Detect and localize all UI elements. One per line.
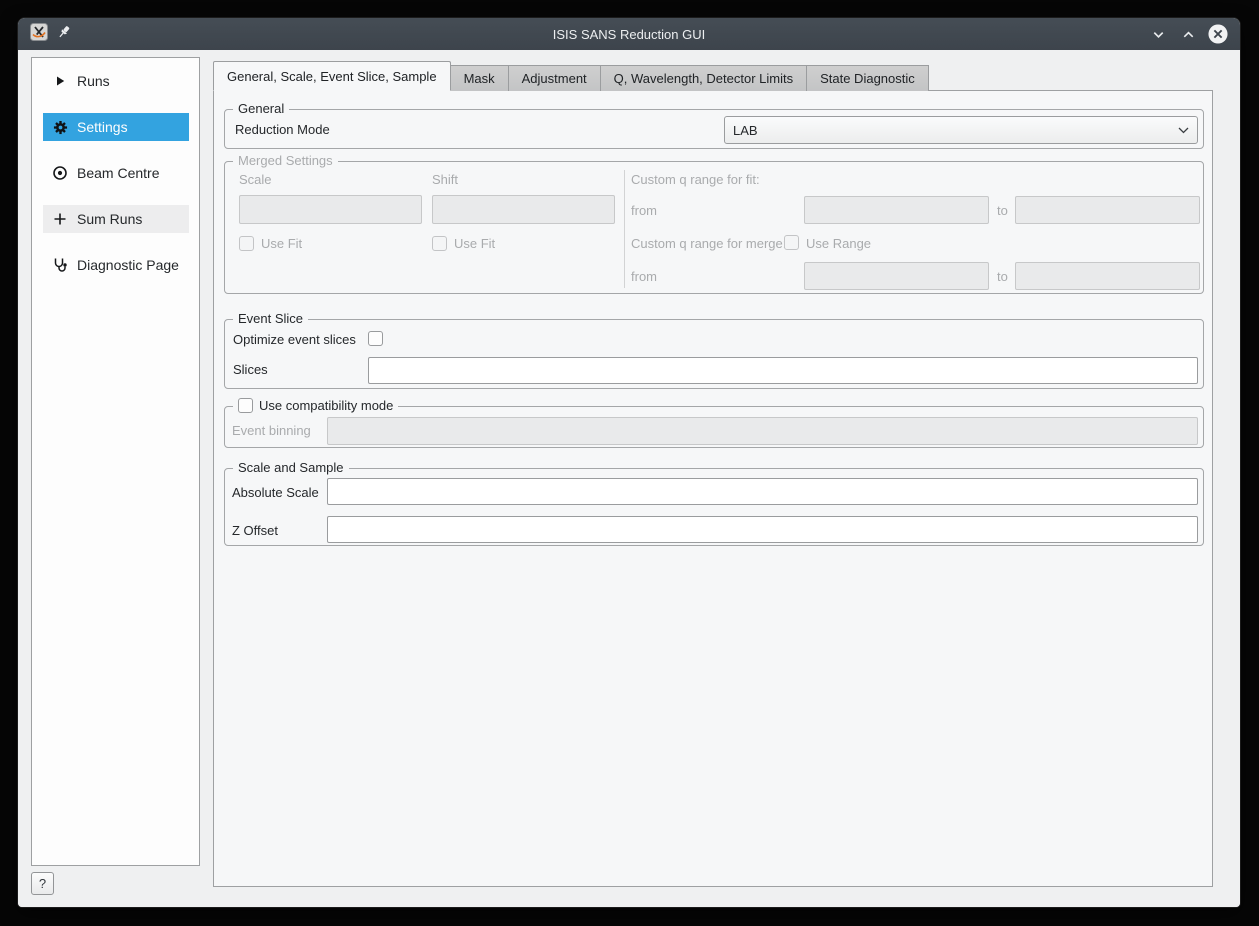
slices-input[interactable]	[368, 357, 1198, 384]
plus-icon	[51, 212, 69, 226]
custom-q-fit-label: Custom q range for fit:	[631, 172, 760, 187]
app-window: ISIS SANS Reduction GUI	[18, 18, 1240, 907]
optimize-event-slices-label: Optimize event slices	[233, 332, 356, 347]
use-compatibility-mode-label: Use compatibility mode	[259, 398, 393, 413]
general-group-title: General	[233, 101, 289, 116]
tab-adjustment[interactable]: Adjustment	[508, 65, 601, 91]
use-range-label: Use Range	[806, 236, 871, 251]
reduction-mode-label: Reduction Mode	[235, 122, 330, 137]
sidebar-nav: Runs Settings	[31, 57, 200, 866]
use-fit-scale-label: Use Fit	[261, 236, 302, 251]
sidebar-item-runs[interactable]: Runs	[43, 67, 189, 95]
scale-and-sample-group: Scale and Sample Absolute Scale Z Offset	[224, 468, 1204, 546]
event-slice-group: Event Slice Optimize event slices Slices	[224, 319, 1204, 389]
q-merge-from-label: from	[631, 269, 657, 284]
sidebar-item-label: Diagnostic Page	[77, 257, 179, 273]
compatibility-mode-group: Use compatibility mode Event binning	[224, 406, 1204, 448]
help-button[interactable]: ?	[31, 872, 54, 895]
sidebar-item-beam-centre[interactable]: Beam Centre	[43, 159, 189, 187]
q-fit-from-label: from	[631, 203, 657, 218]
reduction-mode-dropdown[interactable]: LAB	[724, 116, 1198, 144]
sidebar-item-sum-runs[interactable]: Sum Runs	[43, 205, 189, 233]
merged-settings-group: Merged Settings Scale Use Fit Shift Use …	[224, 161, 1204, 294]
chevron-down-icon	[1178, 127, 1189, 134]
q-fit-to-input[interactable]	[1015, 196, 1200, 224]
app-icon	[30, 23, 48, 46]
absolute-scale-input[interactable]	[327, 478, 1198, 505]
tab-general-scale-event-slice-sample[interactable]: General, Scale, Event Slice, Sample	[213, 61, 451, 91]
tab-mask[interactable]: Mask	[450, 65, 509, 91]
minimize-button[interactable]	[1148, 24, 1168, 44]
sidebar-item-label: Runs	[77, 73, 110, 89]
event-binning-input[interactable]	[327, 417, 1198, 445]
merged-settings-group-title: Merged Settings	[233, 153, 338, 168]
event-slice-group-title: Event Slice	[233, 311, 308, 326]
use-fit-shift-label: Use Fit	[454, 236, 495, 251]
tab-q-wavelength-detector-limits[interactable]: Q, Wavelength, Detector Limits	[600, 65, 807, 91]
sidebar-item-diagnostic-page[interactable]: Diagnostic Page	[43, 251, 189, 279]
tab-bar: General, Scale, Event Slice, Sample Mask…	[213, 61, 928, 91]
window-title: ISIS SANS Reduction GUI	[18, 27, 1240, 42]
merged-settings-divider	[624, 170, 625, 288]
z-offset-label: Z Offset	[232, 523, 278, 538]
sidebar-item-label: Sum Runs	[77, 211, 142, 227]
z-offset-input[interactable]	[327, 516, 1198, 543]
custom-q-merge-label: Custom q range for merge:	[631, 236, 786, 251]
sidebar-item-label: Beam Centre	[77, 165, 159, 181]
sidebar-item-settings[interactable]: Settings	[43, 113, 189, 141]
target-icon	[51, 165, 69, 181]
use-compatibility-mode-checkbox[interactable]	[238, 398, 253, 413]
close-button[interactable]	[1208, 24, 1228, 44]
reduction-mode-value: LAB	[733, 123, 758, 138]
q-merge-to-input[interactable]	[1015, 262, 1200, 290]
settings-tab-pane: General Reduction Mode LAB Merged Settin…	[213, 90, 1213, 887]
scale-input[interactable]	[239, 195, 422, 224]
q-merge-from-input[interactable]	[804, 262, 989, 290]
scale-label: Scale	[239, 172, 272, 187]
q-fit-from-input[interactable]	[804, 196, 989, 224]
desktop-background: ISIS SANS Reduction GUI	[0, 0, 1259, 926]
optimize-event-slices-checkbox[interactable]	[368, 331, 383, 346]
shift-label: Shift	[432, 172, 458, 187]
q-merge-to-label: to	[997, 269, 1008, 284]
maximize-button[interactable]	[1178, 24, 1198, 44]
shift-input[interactable]	[432, 195, 615, 224]
q-fit-to-label: to	[997, 203, 1008, 218]
stethoscope-icon	[51, 257, 69, 273]
use-range-checkbox[interactable]	[784, 235, 799, 250]
compatibility-mode-title: Use compatibility mode	[233, 398, 398, 413]
slices-label: Slices	[233, 362, 268, 377]
scale-and-sample-group-title: Scale and Sample	[233, 460, 349, 475]
absolute-scale-label: Absolute Scale	[232, 485, 319, 500]
use-fit-scale-checkbox[interactable]	[239, 236, 254, 251]
sidebar-item-label: Settings	[77, 119, 128, 135]
tab-state-diagnostic[interactable]: State Diagnostic	[806, 65, 929, 91]
event-binning-label: Event binning	[232, 423, 311, 438]
play-icon	[51, 75, 69, 87]
gear-icon	[51, 120, 69, 135]
window-body: Runs Settings	[18, 50, 1240, 907]
titlebar[interactable]: ISIS SANS Reduction GUI	[18, 18, 1240, 50]
pin-icon[interactable]	[56, 24, 72, 45]
general-group: General Reduction Mode LAB	[224, 109, 1204, 149]
use-fit-shift-checkbox[interactable]	[432, 236, 447, 251]
